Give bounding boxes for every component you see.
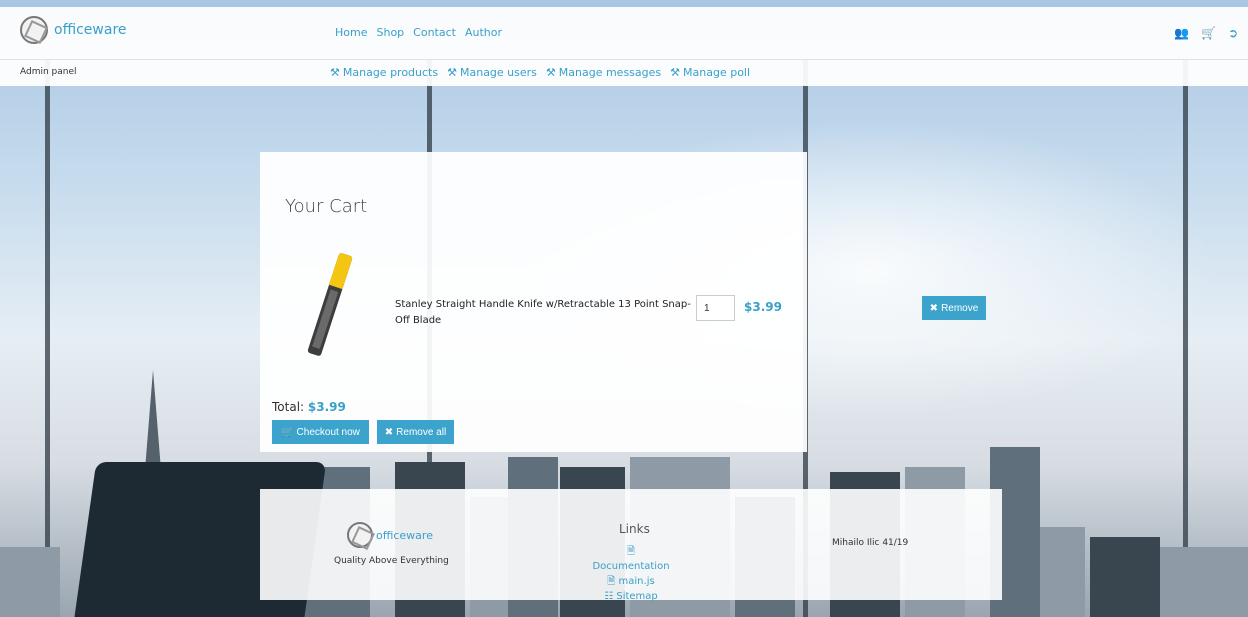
- wrench-icon: ⚒: [447, 66, 457, 79]
- remove-all-button[interactable]: ✖ Remove all: [377, 420, 454, 444]
- remove-item-button[interactable]: ✖ Remove: [922, 296, 986, 320]
- documentation-link[interactable]: 🗎 Documentation: [589, 544, 673, 574]
- user-settings-icon[interactable]: 👥: [1174, 26, 1189, 40]
- quantity-input[interactable]: [696, 295, 735, 321]
- logo-icon: [347, 522, 373, 548]
- close-icon: ✖: [929, 302, 939, 314]
- manage-products-link[interactable]: ⚒ Manage products: [330, 66, 438, 79]
- close-icon: ✖: [384, 426, 394, 438]
- document-icon: 🗎: [626, 546, 636, 557]
- sitemap-link[interactable]: ☷ Sitemap: [589, 589, 673, 604]
- sitemap-icon: ☷: [604, 591, 614, 602]
- checkout-button[interactable]: 🛒 Checkout now: [272, 420, 369, 444]
- file-icon: 🗎: [607, 576, 616, 587]
- nav-home[interactable]: Home: [335, 26, 367, 39]
- item-price: $3.99: [744, 300, 782, 314]
- footer-brand-name: officeware: [376, 528, 433, 542]
- manage-users-link[interactable]: ⚒ Manage users: [447, 66, 537, 79]
- cart-icon[interactable]: 🛒: [1201, 26, 1216, 40]
- logo-icon: [20, 16, 48, 44]
- nav-author[interactable]: Author: [465, 26, 502, 39]
- brand-logo[interactable]: officeware: [20, 16, 127, 44]
- mainjs-link[interactable]: 🗎 main.js: [589, 574, 673, 589]
- footer-tagline: Quality Above Everything: [334, 556, 449, 566]
- wrench-icon: ⚒: [330, 66, 340, 79]
- product-name: Stanley Straight Handle Knife w/Retracta…: [395, 299, 691, 326]
- header-icons: 👥 🛒 ➲: [1174, 26, 1238, 40]
- logout-icon[interactable]: ➲: [1228, 26, 1238, 40]
- cart-title: Your Cart: [285, 196, 368, 217]
- cart-icon: 🛒: [281, 426, 294, 438]
- wrench-icon: ⚒: [545, 66, 556, 79]
- top-navbar: officeware Home Shop Contact Author 👥 🛒 …: [0, 7, 1248, 59]
- cart-total-value: $3.99: [307, 400, 346, 414]
- admin-bar: Admin panel ⚒ Manage products ⚒ Manage use…: [0, 59, 1248, 86]
- footer-logo[interactable]: officeware: [347, 522, 433, 548]
- nav-contact[interactable]: Contact: [413, 26, 456, 39]
- admin-panel-label: Admin panel: [20, 67, 77, 77]
- admin-links: ⚒ Manage products ⚒ Manage users ⚒ Manage m…: [330, 66, 750, 79]
- footer-links-title: Links: [619, 522, 650, 536]
- knife-image: [307, 252, 353, 357]
- footer-address: Mihailo Ilic 41/19: [832, 538, 909, 548]
- cart-total: Total: $3.99: [272, 400, 346, 414]
- nav-shop[interactable]: Shop: [376, 26, 404, 39]
- wrench-icon: ⚒: [670, 66, 681, 79]
- product-image: [305, 252, 353, 362]
- footer-links: 🗎 Documentation 🗎 main.js ☷ Sitemap: [589, 544, 673, 604]
- main-nav: Home Shop Contact Author: [335, 26, 502, 39]
- manage-poll-link[interactable]: ⚒ Manage poll: [670, 66, 750, 79]
- manage-messages-link[interactable]: ⚒ Manage messages: [546, 66, 661, 79]
- brand-name: officeware: [54, 22, 127, 38]
